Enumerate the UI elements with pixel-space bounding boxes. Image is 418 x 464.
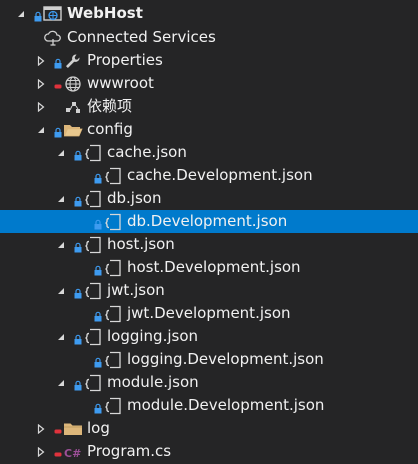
tree-item[interactable]: log <box>0 417 418 440</box>
json-file-icon <box>83 282 103 300</box>
json-file-icon <box>83 328 103 346</box>
tree-item-label: db.Development.json <box>127 212 288 230</box>
tree-item-label: cache.Development.json <box>127 166 313 184</box>
tree-item[interactable]: module.json <box>0 371 418 394</box>
csharp-file-icon: C# <box>63 443 83 461</box>
tree-item[interactable]: WebHost <box>0 2 418 25</box>
source-control-lock-icon <box>54 55 62 69</box>
source-control-lock-icon <box>94 308 102 322</box>
tree-item[interactable]: db.Development.json <box>0 210 418 233</box>
tree-item[interactable]: jwt.json <box>0 279 418 302</box>
source-control-lock-icon <box>74 285 82 299</box>
source-control-lock-icon <box>74 193 82 207</box>
source-control-lock-icon <box>94 170 102 184</box>
tree-item-label: WebHost <box>67 4 143 22</box>
source-control-lock-icon <box>94 354 102 368</box>
source-control-lock-icon <box>54 124 62 138</box>
tree-item[interactable]: module.Development.json <box>0 394 418 417</box>
source-control-lock-icon <box>94 216 102 230</box>
collapse-arrow-icon[interactable] <box>56 325 66 348</box>
json-file-icon <box>83 374 103 392</box>
tree-item[interactable]: Connected Services <box>0 26 418 49</box>
source-control-excluded-icon <box>54 423 62 434</box>
json-file-icon <box>103 397 123 415</box>
tree-item-label: jwt.json <box>107 281 165 299</box>
json-file-icon <box>103 213 123 231</box>
collapse-arrow-icon[interactable] <box>56 141 66 164</box>
json-file-icon <box>83 190 103 208</box>
expand-arrow-icon[interactable] <box>36 95 46 118</box>
tree-item[interactable]: Properties <box>0 49 418 72</box>
tree-item[interactable]: host.Development.json <box>0 256 418 279</box>
tree-item-label: log <box>87 419 110 437</box>
connected-services-icon <box>43 29 63 47</box>
collapse-arrow-icon[interactable] <box>56 233 66 256</box>
expand-arrow-icon[interactable] <box>36 72 46 95</box>
source-control-lock-icon <box>74 331 82 345</box>
tree-item[interactable]: host.json <box>0 233 418 256</box>
tree-item-label: Program.cs <box>87 442 172 460</box>
source-control-lock-icon <box>74 377 82 391</box>
tree-item[interactable]: db.json <box>0 187 418 210</box>
expand-arrow-icon[interactable] <box>36 417 46 440</box>
tree-item-label: logging.json <box>107 327 199 345</box>
tree-item[interactable]: logging.Development.json <box>0 348 418 371</box>
tree-item[interactable]: logging.json <box>0 325 418 348</box>
tree-item[interactable]: cache.Development.json <box>0 164 418 187</box>
wrench-icon <box>63 52 83 70</box>
source-control-lock-icon <box>94 400 102 414</box>
expand-arrow-icon[interactable] <box>36 440 46 463</box>
source-control-lock-icon <box>74 147 82 161</box>
tree-item-label: host.Development.json <box>127 258 301 276</box>
json-file-icon <box>103 305 123 323</box>
collapse-arrow-icon[interactable] <box>56 279 66 302</box>
json-file-icon <box>83 236 103 254</box>
tree-item-label: cache.json <box>107 143 187 161</box>
tree-item-label: wwwroot <box>87 74 154 92</box>
collapse-arrow-icon[interactable] <box>56 187 66 210</box>
json-file-icon <box>103 167 123 185</box>
tree-item-label: Connected Services <box>67 28 216 46</box>
tree-item-label: Properties <box>87 51 163 69</box>
web-project-icon <box>43 5 63 23</box>
json-file-icon <box>83 144 103 162</box>
tree-item-label: 依赖项 <box>87 97 133 115</box>
globe-icon <box>63 75 83 93</box>
tree-item-label: config <box>87 120 133 138</box>
collapse-arrow-icon[interactable] <box>16 2 26 25</box>
source-control-excluded-icon <box>54 78 62 89</box>
tree-item[interactable]: cache.json <box>0 141 418 164</box>
json-file-icon <box>103 259 123 277</box>
source-control-lock-icon <box>34 8 42 22</box>
source-control-lock-icon <box>74 239 82 253</box>
solution-explorer-tree: WebHost Connected Services Properties wwwro… <box>0 0 418 460</box>
tree-item-label: logging.Development.json <box>127 350 324 368</box>
folder-open-icon <box>63 121 83 139</box>
tree-item-label: db.json <box>107 189 162 207</box>
tree-item[interactable]: config <box>0 118 418 141</box>
folder-icon <box>63 420 83 438</box>
dependencies-icon <box>63 98 83 116</box>
tree-item[interactable]: jwt.Development.json <box>0 302 418 325</box>
source-control-excluded-icon <box>54 446 62 457</box>
tree-item[interactable]: 依赖项 <box>0 95 418 118</box>
svg-text:C#: C# <box>64 447 81 460</box>
collapse-arrow-icon[interactable] <box>56 371 66 394</box>
json-file-icon <box>103 351 123 369</box>
collapse-arrow-icon[interactable] <box>36 118 46 141</box>
tree-item[interactable]: wwwroot <box>0 72 418 95</box>
tree-item-label: host.json <box>107 235 175 253</box>
tree-item-label: module.json <box>107 373 199 391</box>
tree-item-label: jwt.Development.json <box>127 304 291 322</box>
expand-arrow-icon[interactable] <box>36 49 46 72</box>
tree-item[interactable]: C# Program.cs <box>0 440 418 463</box>
source-control-lock-icon <box>94 262 102 276</box>
tree-item-label: module.Development.json <box>127 396 325 414</box>
